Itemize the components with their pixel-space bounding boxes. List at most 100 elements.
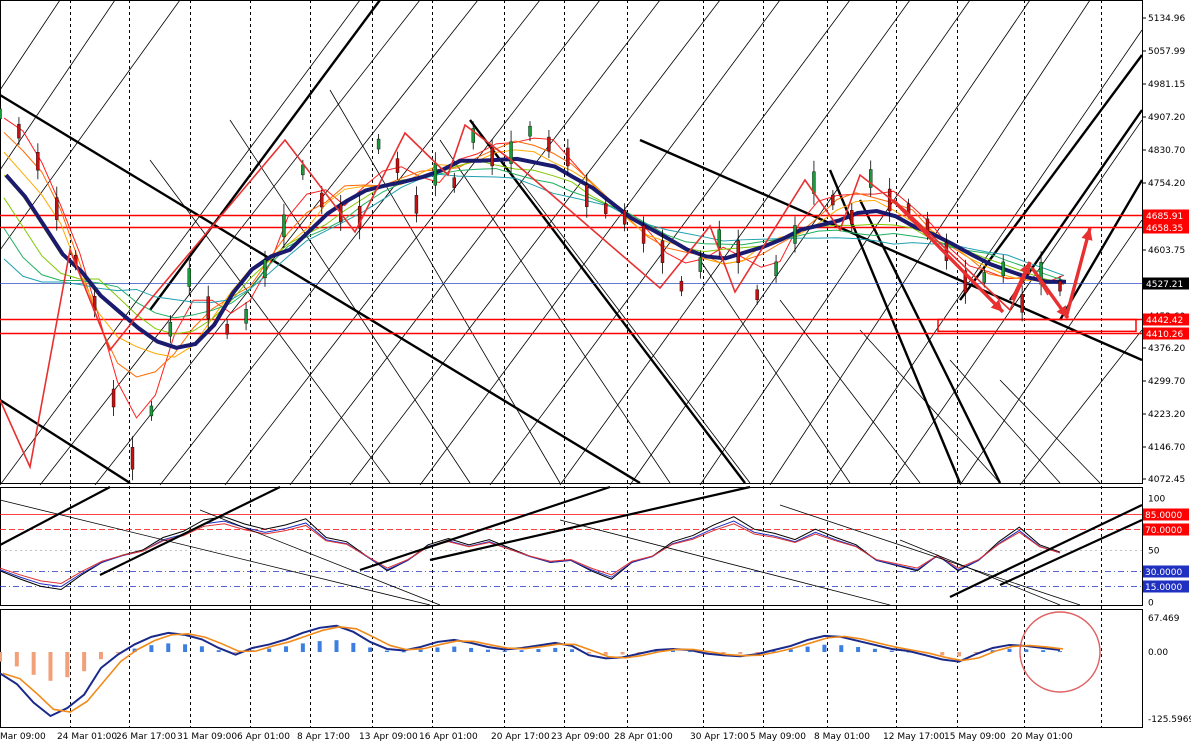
macd-histogram-bar — [822, 644, 827, 652]
macd-histogram-bar — [368, 647, 373, 652]
y-tick-label: 4223.20 — [1148, 410, 1185, 420]
candle-body — [604, 203, 608, 214]
level-label: 4442.42 — [1146, 316, 1183, 326]
candle-body — [282, 214, 286, 238]
macd-histogram-bar — [65, 652, 70, 678]
macd-histogram-bar — [1058, 651, 1062, 653]
macd-histogram-bar — [805, 646, 810, 652]
macd-histogram-bar — [957, 652, 962, 657]
x-tick-label: 23 Apr 09:00 — [551, 732, 610, 742]
y-tick-label: 4754.20 — [1148, 179, 1185, 189]
y-tick-label: 4072.45 — [1148, 475, 1185, 485]
candle-body — [263, 259, 267, 279]
candle-body — [1058, 280, 1062, 292]
macd-histogram-bar — [1024, 649, 1029, 652]
candle-body — [1020, 294, 1024, 313]
candle-body — [414, 195, 419, 214]
macd-histogram-bar — [98, 652, 103, 660]
y-tick-label: 4603.75 — [1148, 246, 1185, 256]
candle-body — [622, 210, 627, 225]
macd-histogram-bar — [502, 650, 507, 652]
y-tick-label: 4376.20 — [1148, 344, 1185, 354]
x-tick-label: 24 Mar 01:00 — [57, 732, 117, 742]
osc-tick-label: 15.0000 — [1145, 583, 1182, 593]
macd-histogram-bar — [166, 643, 171, 652]
candle-body — [225, 323, 229, 335]
macd-histogram-bar — [856, 647, 861, 652]
x-tick-label: 13 Apr 09:00 — [359, 732, 418, 742]
candle-body — [755, 289, 759, 300]
candle-body — [566, 147, 570, 167]
macd-histogram-bar — [553, 647, 558, 652]
osc-tick-label: 30.0000 — [1145, 568, 1182, 578]
macd-tick-label: 67.469 — [1148, 614, 1180, 624]
x-tick-label: 15 May 09:00 — [944, 732, 1006, 742]
candle-body — [0, 108, 2, 120]
macd-histogram-bar — [233, 652, 238, 654]
candle-body — [982, 272, 986, 283]
candle-body — [831, 194, 835, 206]
x-tick-label: 8 May 01:00 — [814, 732, 870, 742]
macd-histogram-bar — [435, 647, 440, 652]
candle-body — [528, 125, 532, 137]
x-tick-label: 31 Mar 09:00 — [177, 732, 237, 742]
osc-tick-label: 0 — [1148, 599, 1154, 609]
macd-histogram-bar — [284, 646, 289, 652]
macd-histogram-bar — [31, 652, 36, 675]
macd-histogram-bar — [149, 645, 154, 652]
x-tick-label: 20 Apr 17:00 — [491, 732, 550, 742]
macd-histogram-bar — [82, 652, 87, 672]
x-tick-label: 12 May 17:00 — [883, 732, 945, 742]
macd-histogram-bar — [469, 647, 474, 652]
macd-histogram-bar — [216, 650, 221, 652]
candle-body — [452, 177, 456, 188]
candle-body — [1001, 261, 1005, 277]
x-tick-label: 26 Mar 17:00 — [116, 732, 176, 742]
macd-histogram-bar — [536, 649, 541, 652]
candle-body — [736, 240, 740, 263]
y-tick-label: 4830.70 — [1148, 146, 1185, 156]
y-tick-label: 4907.20 — [1148, 113, 1185, 123]
macd-tick-label: -125.5969 — [1148, 715, 1191, 725]
osc-tick-label: 100 — [1148, 495, 1165, 505]
y-axis-price: 5134.96 5057.99 4981.15 4907.20 4830.70 4754.… — [1142, 14, 1185, 485]
level-label: 4410.26 — [1146, 330, 1183, 340]
candle-body — [433, 162, 438, 186]
candle-body — [301, 164, 305, 176]
macd-histogram-bar — [317, 641, 322, 652]
macd-histogram-bar — [889, 650, 894, 652]
candle-body — [320, 192, 324, 208]
macd-histogram-bar — [1041, 650, 1046, 652]
candle-body — [850, 210, 854, 225]
macd-histogram-bar — [839, 645, 844, 652]
candle-body — [55, 197, 59, 220]
level-label: 4685.91 — [1146, 212, 1183, 222]
candle-body — [641, 225, 646, 244]
y-tick-label: 4981.15 — [1148, 80, 1185, 90]
candle-body — [36, 152, 40, 171]
candle-body — [395, 158, 400, 173]
x-tick-label: 6 Apr 01:00 — [237, 732, 290, 742]
candle-body — [149, 405, 154, 417]
macd-histogram-bar — [183, 644, 188, 652]
x-tick-label: 5 May 09:00 — [750, 732, 806, 742]
macd-pane — [0, 609, 1143, 728]
x-tick-label: 30 Apr 17:00 — [690, 732, 749, 742]
macd-histogram-bar — [351, 642, 356, 652]
macd-histogram-bar — [519, 650, 524, 652]
candle-body — [679, 280, 684, 292]
x-tick-label: Mar 09:00 — [0, 732, 46, 742]
osc-tick-label: 70.0000 — [1145, 526, 1182, 536]
candle-body — [244, 309, 248, 324]
price-pane — [0, 0, 1143, 484]
macd-tick-label: 0.00 — [1148, 648, 1168, 658]
macd-histogram-bar — [300, 643, 305, 652]
y-tick-label: 4146.70 — [1148, 443, 1185, 453]
y-tick-label: 5134.96 — [1148, 14, 1185, 24]
x-tick-label: 16 Apr 01:00 — [419, 732, 478, 742]
macd-histogram-bar — [872, 648, 877, 652]
candle-body — [585, 184, 589, 207]
macd-histogram-bar — [418, 649, 423, 652]
y-tick-label: 5057.99 — [1148, 47, 1185, 57]
osc-tick-label: 85.0000 — [1145, 511, 1182, 521]
